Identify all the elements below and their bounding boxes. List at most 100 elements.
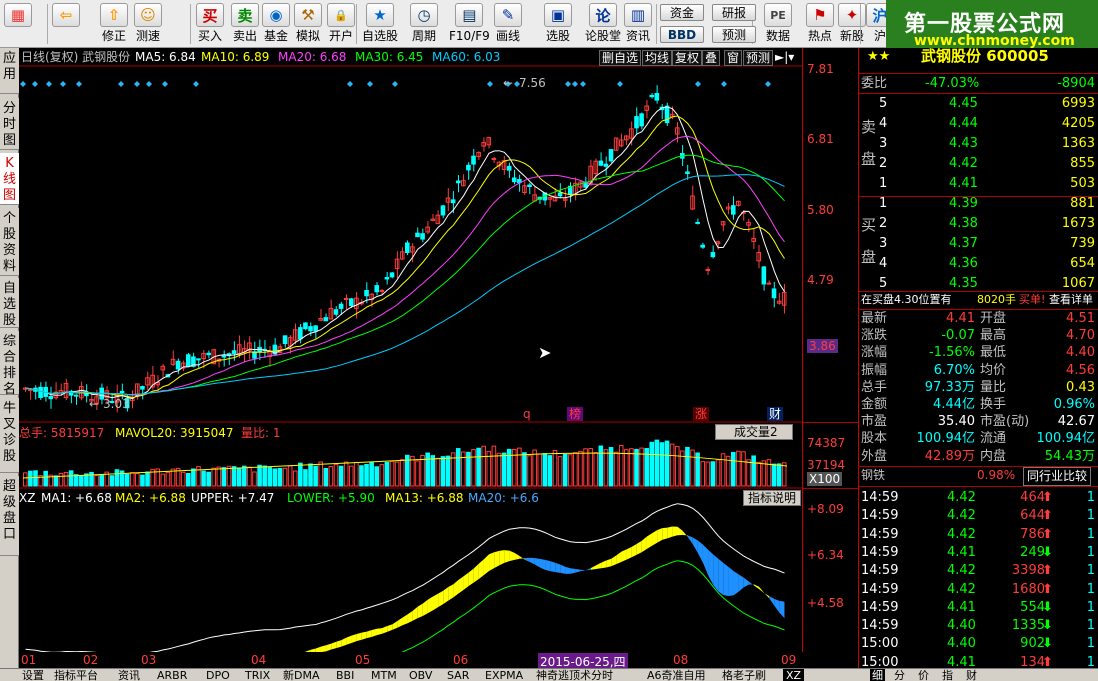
period-label: 周期 <box>411 29 436 43</box>
left-tab-6[interactable]: 牛叉诊股 <box>0 398 19 473</box>
left-tab-0[interactable]: 应用 <box>0 48 19 94</box>
quote-tab-2[interactable]: 价 <box>918 669 929 681</box>
candle-body <box>598 160 604 166</box>
kline-chart-area[interactable]: 日线(复权) 武钢股份 MA5: 6.84 MA10: 6.89 MA20: 6.68… <box>19 48 802 652</box>
ask-row-2[interactable]: 3 4.43 1363 <box>859 135 1098 152</box>
bottom-tab-6[interactable]: 新DMA <box>283 669 320 681</box>
bottom-tab-13[interactable]: A6奇准自用 <box>647 669 706 681</box>
bid-row-1[interactable]: 2 4.38 1673 <box>859 215 1098 232</box>
volume-bar <box>776 463 782 487</box>
sell-label-2: 盘 <box>861 150 877 168</box>
bid-row-0[interactable]: 1 4.39 881 <box>859 195 1098 212</box>
view-switch-button[interactable]: ▦ <box>4 2 32 46</box>
candle-body <box>185 354 191 367</box>
quote-tab-3[interactable]: 指 <box>942 669 953 681</box>
left-tab-4[interactable]: 自选股 <box>0 278 19 328</box>
research-button[interactable]: 研报 <box>712 4 756 21</box>
ask-row-1[interactable]: 4 4.44 4205 <box>859 115 1098 132</box>
industry-compare-button[interactable]: 同行业比较 <box>1023 467 1092 486</box>
bid-row-4[interactable]: 5 4.35 1067 <box>859 275 1098 292</box>
period-button[interactable]: ◷ 周期 <box>410 2 438 46</box>
notice-link[interactable]: 查看详单 <box>1049 291 1093 308</box>
bid-row-2[interactable]: 3 4.37 739 <box>859 235 1098 252</box>
fund-flow-button[interactable]: 资金 <box>660 4 704 21</box>
tick-time: 14:59 <box>861 599 899 615</box>
left-tab-5[interactable]: 综合排名 <box>0 331 19 397</box>
indicator-fill-segment <box>356 632 362 642</box>
simulate-button[interactable]: ⚒ 模拟 <box>294 2 322 46</box>
bottom-tab-1[interactable]: 指标平台 <box>54 669 98 681</box>
tick-time: 14:59 <box>861 618 899 634</box>
bid-price: 4.39 <box>949 196 978 211</box>
ask-row-4[interactable]: 1 4.41 503 <box>859 175 1098 192</box>
chart-header-btn-4[interactable]: 窗 <box>724 50 743 66</box>
data-button[interactable]: PE 数据 <box>764 2 792 46</box>
bottom-tab-8[interactable]: MTM <box>371 669 397 681</box>
back-button[interactable]: ⇦ <box>52 2 80 46</box>
bottom-tab-11[interactable]: EXPMA <box>485 669 523 681</box>
chart-title: 日线(复权) 武钢股份 <box>21 50 131 64</box>
chart-header-btn-2[interactable]: 复权 <box>672 50 703 66</box>
stock-forum-button[interactable]: 论论股堂 <box>585 2 621 46</box>
new-stock-button[interactable]: ✦ 新股 <box>838 2 866 46</box>
watchlist-button[interactable]: ★ 自选股 <box>362 2 398 46</box>
chart-header-btn-0[interactable]: 删自选 <box>599 50 642 66</box>
left-tab-2[interactable]: K线图 <box>0 153 19 205</box>
chart-header-btn-3[interactable]: 叠 <box>702 50 721 66</box>
modify-button[interactable]: ⇧ 修正 <box>100 2 128 46</box>
kline-chart-svg[interactable] <box>19 48 802 652</box>
bottom-tab-0[interactable]: 设置 <box>22 669 44 681</box>
event-mark-2[interactable]: 涨 <box>693 407 710 421</box>
volume-bar <box>710 461 716 487</box>
tick-count: 1 <box>1086 490 1095 505</box>
candle-body <box>730 205 736 215</box>
open-account-button[interactable]: 🔒 开户 <box>327 2 355 46</box>
bottom-tab-12[interactable]: 神奇逃顶术分时 <box>536 669 613 681</box>
bottom-tab-4[interactable]: DPO <box>206 669 230 681</box>
select-stock-button[interactable]: ▣ 选股 <box>544 2 572 46</box>
forecast-button[interactable]: 预测 <box>712 26 756 43</box>
bottom-tab-2[interactable]: 资讯 <box>118 669 140 681</box>
bid-row-3[interactable]: 4 4.36 654 <box>859 255 1098 272</box>
indicator-help-button[interactable]: 指标说明 <box>743 490 802 506</box>
volume-selector[interactable]: 成交量2 <box>715 424 793 440</box>
chart-header-btn-5[interactable]: 预测 <box>743 50 774 66</box>
bid-price: 4.38 <box>949 216 978 231</box>
bottom-tab-15[interactable]: XZ <box>783 669 805 681</box>
quote-tab-1[interactable]: 分 <box>894 669 905 681</box>
left-tab-bar: 应用分时图 K线图个股资料自选股综合排名牛叉诊股超级盘口 <box>0 48 19 668</box>
draw-line-button[interactable]: ✎ 画线 <box>494 2 522 46</box>
bottom-tab-9[interactable]: OBV <box>409 669 432 681</box>
x-axis-label-2: 03 <box>141 653 157 667</box>
bottom-tab-7[interactable]: BBI <box>336 669 354 681</box>
chart-menu-arrow-icon[interactable]: ►|▾ <box>775 50 794 64</box>
fund-button[interactable]: ◉ 基金 <box>262 2 290 46</box>
hot-button[interactable]: ⚑ 热点 <box>806 2 834 46</box>
bottom-tab-3[interactable]: ARBR <box>157 669 187 681</box>
chart-header-btn-1[interactable]: 均线 <box>642 50 673 66</box>
left-tab-1[interactable]: 分时图 <box>0 98 19 150</box>
left-tab-3[interactable]: 个股资料 <box>0 208 19 276</box>
quote-tab-0[interactable]: 细 <box>870 669 885 681</box>
f10-button[interactable]: ▤ F10/F9 <box>449 2 490 46</box>
candle-body <box>603 163 609 167</box>
bottom-tab-10[interactable]: SAR <box>447 669 469 681</box>
buy-button[interactable]: 买买入 <box>196 2 224 46</box>
big-order-notice[interactable]: 在买盘4.30位置有 8020手 买单! 查看详单 <box>859 291 1098 308</box>
left-tab-7[interactable]: 超级盘口 <box>0 476 19 556</box>
sell-button[interactable]: 卖卖出 <box>231 2 259 46</box>
event-mark-3[interactable]: 财 <box>767 407 784 421</box>
mouse-cursor-icon: ➤ <box>538 343 552 362</box>
bbd-button[interactable]: BBD <box>660 26 704 43</box>
news-button[interactable]: ▥ 资讯 <box>624 2 652 46</box>
bottom-tab-14[interactable]: 格老子刷 <box>722 669 766 681</box>
bottom-tab-5[interactable]: TRIX <box>245 669 270 681</box>
ask-row-3[interactable]: 2 4.42 855 <box>859 155 1098 172</box>
ask-row-0[interactable]: 5 4.45 6993 <box>859 95 1098 112</box>
arrow-down-icon: ⬇ <box>1042 618 1053 634</box>
event-mark-1[interactable]: 榜 <box>567 407 584 421</box>
quote-tab-4[interactable]: 财 <box>966 669 977 681</box>
measure-button[interactable]: ☺ 测速 <box>134 2 162 46</box>
indicator-scale-label-1: +6.34 <box>807 548 844 562</box>
event-mark-0[interactable]: q <box>521 407 533 421</box>
